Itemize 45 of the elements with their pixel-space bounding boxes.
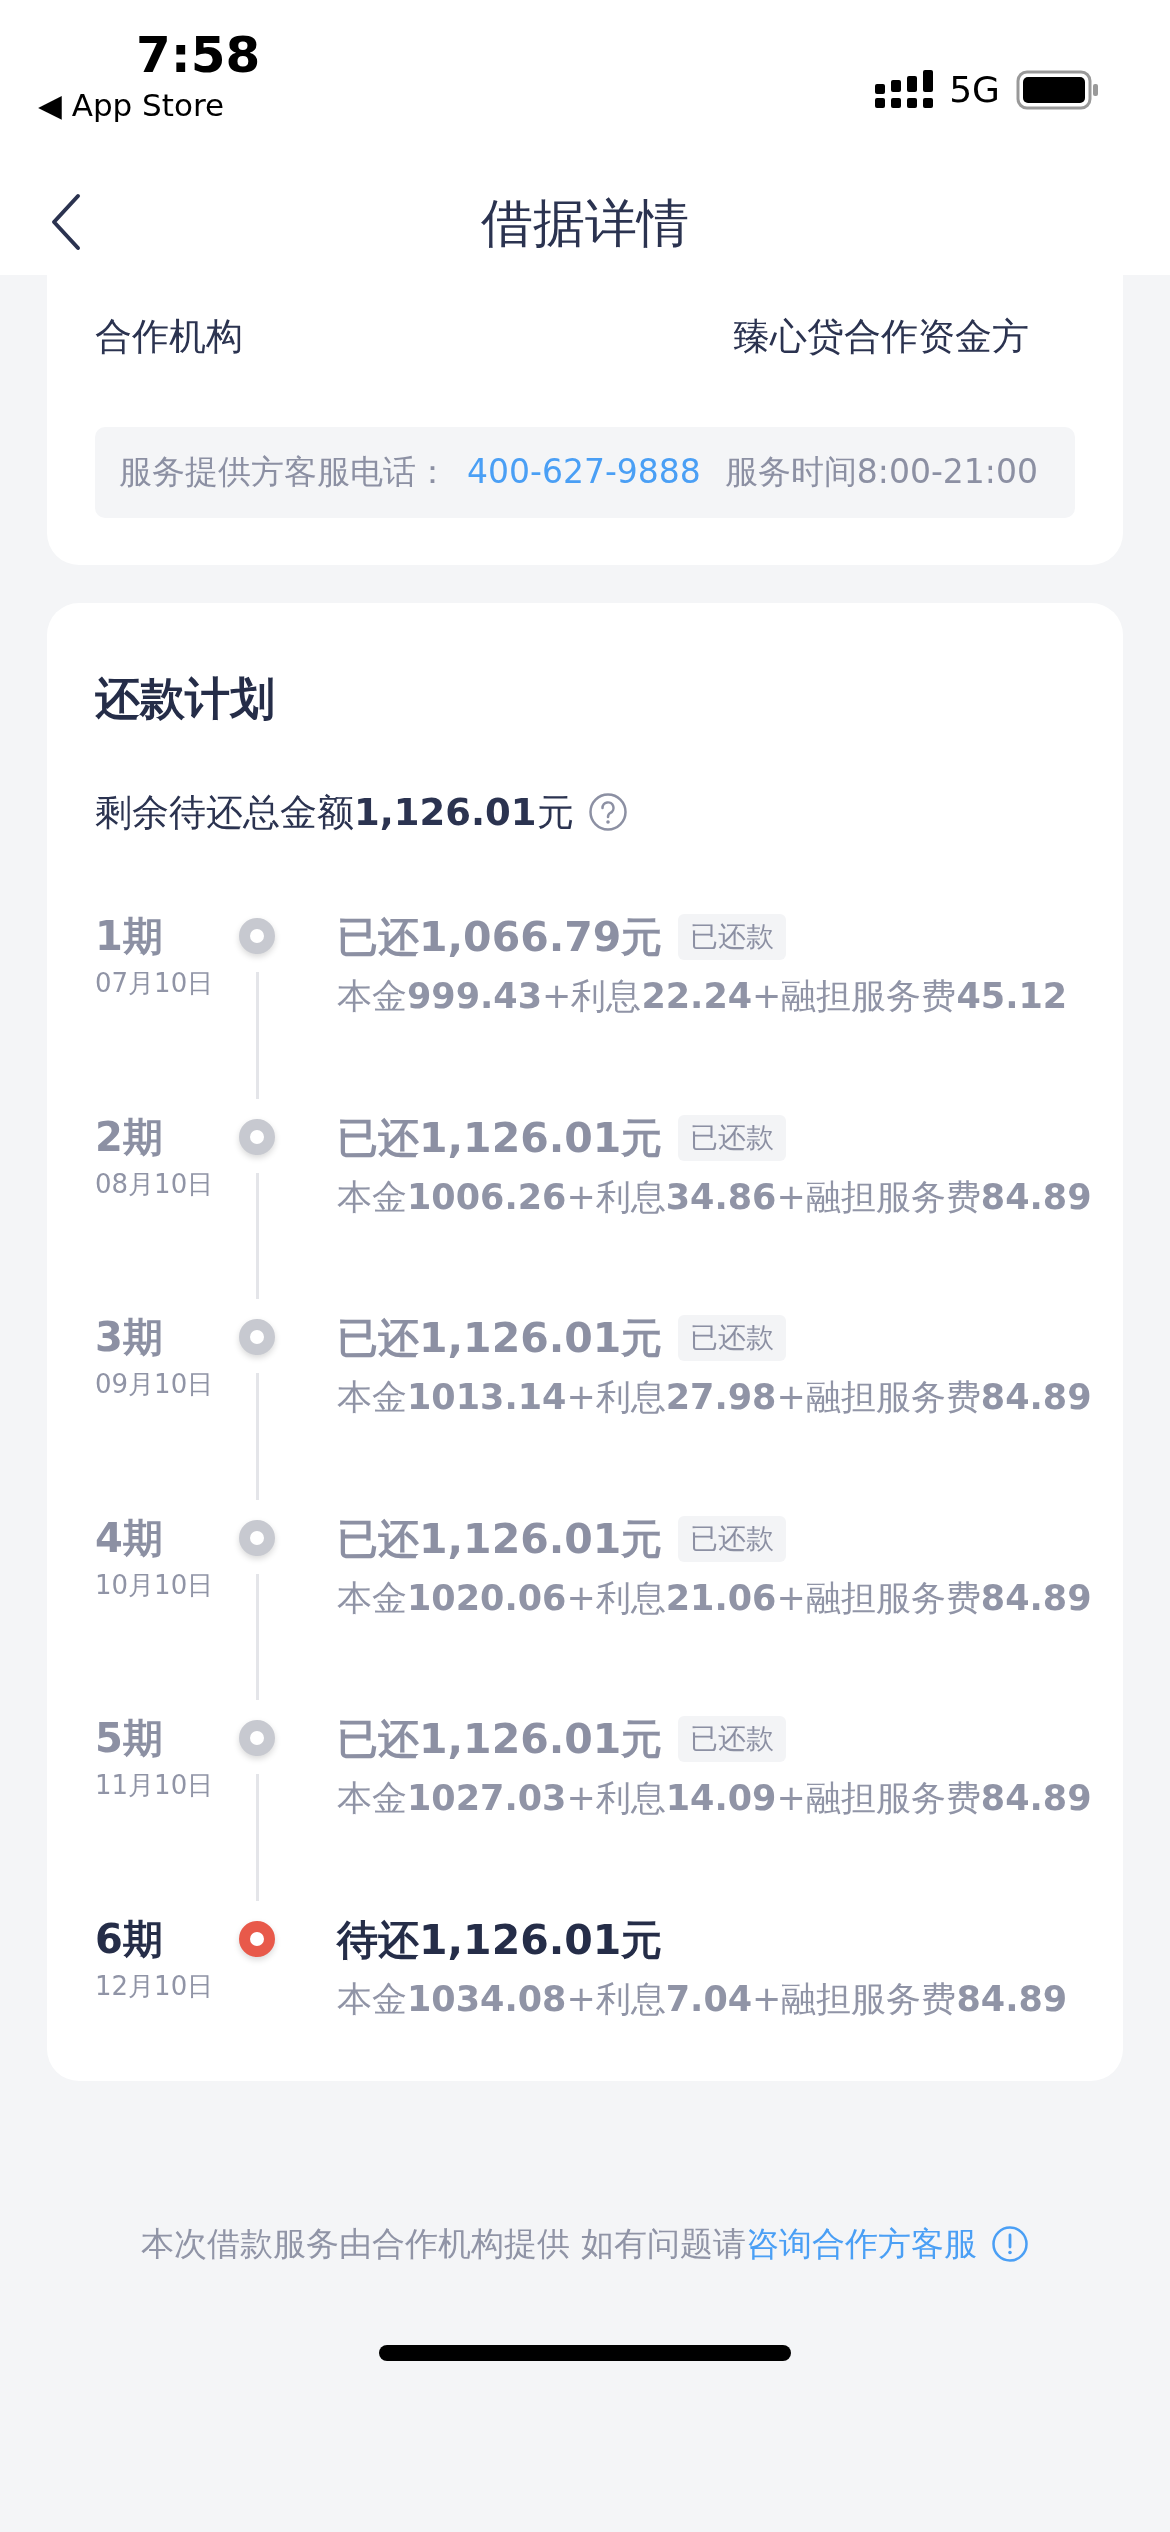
battery-icon [1016, 70, 1100, 110]
paid-status-tag: 已还款 [678, 1515, 787, 1562]
service-hotline-text: 服务提供方客服电话： 400-627-9888 服务时间8:00-21:00 [119, 451, 1039, 493]
help-icon[interactable] [587, 792, 628, 833]
signal-icon [875, 70, 934, 110]
paid-status-tag: 已还款 [678, 1716, 787, 1762]
institution-label: 合作机构 [95, 314, 243, 361]
payment-amount: 已还1,126.01元 [337, 1112, 663, 1163]
amount-breakdown: 本金1020.06+利息21.06+融担服务费84.89 [337, 1576, 1092, 1620]
amount-breakdown: 本金999.43+利息22.24+融担服务费45.12 [337, 975, 1068, 1018]
status-time: 7:58 [136, 28, 261, 83]
remaining-total-text: 剩余待还总金额1,126.01元 [95, 789, 574, 836]
phone-link[interactable]: 400-627-9888 [467, 452, 701, 491]
due-date: 12月10日 [95, 1969, 215, 2003]
footer-note: 本次借款服务由合作机构提供 如有问题请 [141, 2223, 746, 2265]
payment-amount: 待还1,126.01元 [337, 1914, 663, 1965]
period-label: 4期 [95, 1513, 164, 1562]
paid-status-tag: 已还款 [678, 914, 787, 960]
institution-value: 臻心贷合作资金方 [733, 314, 1029, 361]
period-label: 3期 [95, 1313, 164, 1361]
due-date: 08月10日 [95, 1167, 215, 1201]
back-to-app-link[interactable]: ◀ App Store [38, 87, 261, 125]
payment-amount: 已还1,126.01元 [337, 1313, 663, 1363]
due-date: 10月10日 [95, 1568, 215, 1602]
section-title: 还款计划 [95, 671, 276, 727]
period-label: 2期 [95, 1112, 164, 1161]
customer-service-link[interactable]: 咨询合作方客服 [745, 2219, 977, 2269]
paid-status-tag: 已还款 [678, 1114, 787, 1161]
network-label: 5G [949, 68, 1000, 112]
page-title: 借据详情 [481, 191, 689, 255]
amount-breakdown: 本金1013.14+利息27.98+融担服务费84.89 [337, 1376, 1092, 1419]
period-label: 6期 [95, 1914, 164, 1963]
payment-amount: 已还1,126.01元 [337, 1513, 663, 1564]
due-date: 11月10日 [95, 1769, 215, 1802]
payment-amount: 已还1,066.79元 [337, 912, 663, 962]
period-label: 5期 [95, 1714, 164, 1762]
amount-breakdown: 本金1027.03+利息14.09+融担服务费84.89 [337, 1777, 1092, 1820]
paid-status-tag: 已还款 [678, 1315, 787, 1361]
amount-breakdown: 本金1034.08+利息7.04+融担服务费84.89 [337, 1977, 1068, 2021]
due-date: 07月10日 [95, 967, 215, 1000]
due-date: 09月10日 [95, 1368, 215, 1401]
period-label: 1期 [95, 912, 164, 960]
amount-breakdown: 本金1006.26+利息34.86+融担服务费84.89 [337, 1175, 1092, 1219]
info-icon[interactable] [990, 2224, 1029, 2263]
payment-amount: 已还1,126.01元 [337, 1714, 663, 1764]
